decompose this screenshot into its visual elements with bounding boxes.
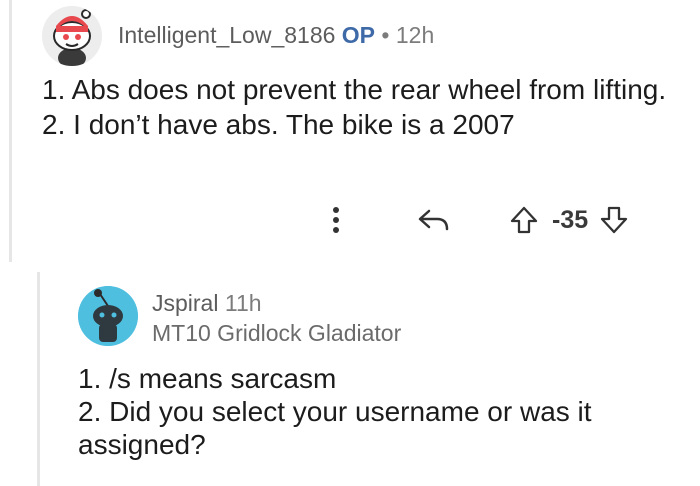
comment-body-text: 1. Abs does not prevent the rear wheel f…	[42, 74, 667, 140]
comment-actions: -35	[318, 200, 632, 240]
comment-header: Jspiral 11h	[152, 290, 262, 317]
user-avatar[interactable]	[42, 6, 102, 66]
user-avatar[interactable]	[78, 286, 138, 346]
username[interactable]: Jspiral	[152, 290, 218, 316]
comment-reply: Jspiral 11h MT10 Gridlock Gladiator 1. /…	[0, 272, 700, 486]
vote-score: -35	[552, 205, 589, 234]
more-vertical-icon[interactable]	[318, 200, 354, 240]
timestamp: 12h	[395, 22, 435, 48]
avatar-snoo-icon	[42, 6, 102, 66]
upvote-icon[interactable]	[506, 200, 542, 240]
op-badge: OP	[341, 22, 376, 48]
comment-body-line-2: 2. Did you select your username or was i…	[78, 396, 592, 460]
downvote-icon[interactable]	[596, 200, 632, 240]
username[interactable]: Intelligent_Low_8186	[118, 22, 335, 48]
comment-body-line-1: 1. /s means sarcasm	[78, 363, 337, 394]
comment-header: Intelligent_Low_8186 OP • 12h	[118, 22, 434, 49]
comment-body: 1. Abs does not prevent the rear wheel f…	[42, 72, 682, 142]
user-flair: MT10 Gridlock Gladiator	[152, 320, 402, 346]
avatar-snoo-icon	[78, 286, 138, 346]
comment-body: 1. /s means sarcasm 2. Did you select yo…	[78, 362, 618, 461]
reply-icon[interactable]	[410, 200, 458, 240]
separator-dot: •	[381, 22, 390, 48]
timestamp: 11h	[224, 290, 262, 316]
comment-op: Intelligent_Low_8186 OP • 12h 1. Abs doe…	[0, 0, 700, 262]
